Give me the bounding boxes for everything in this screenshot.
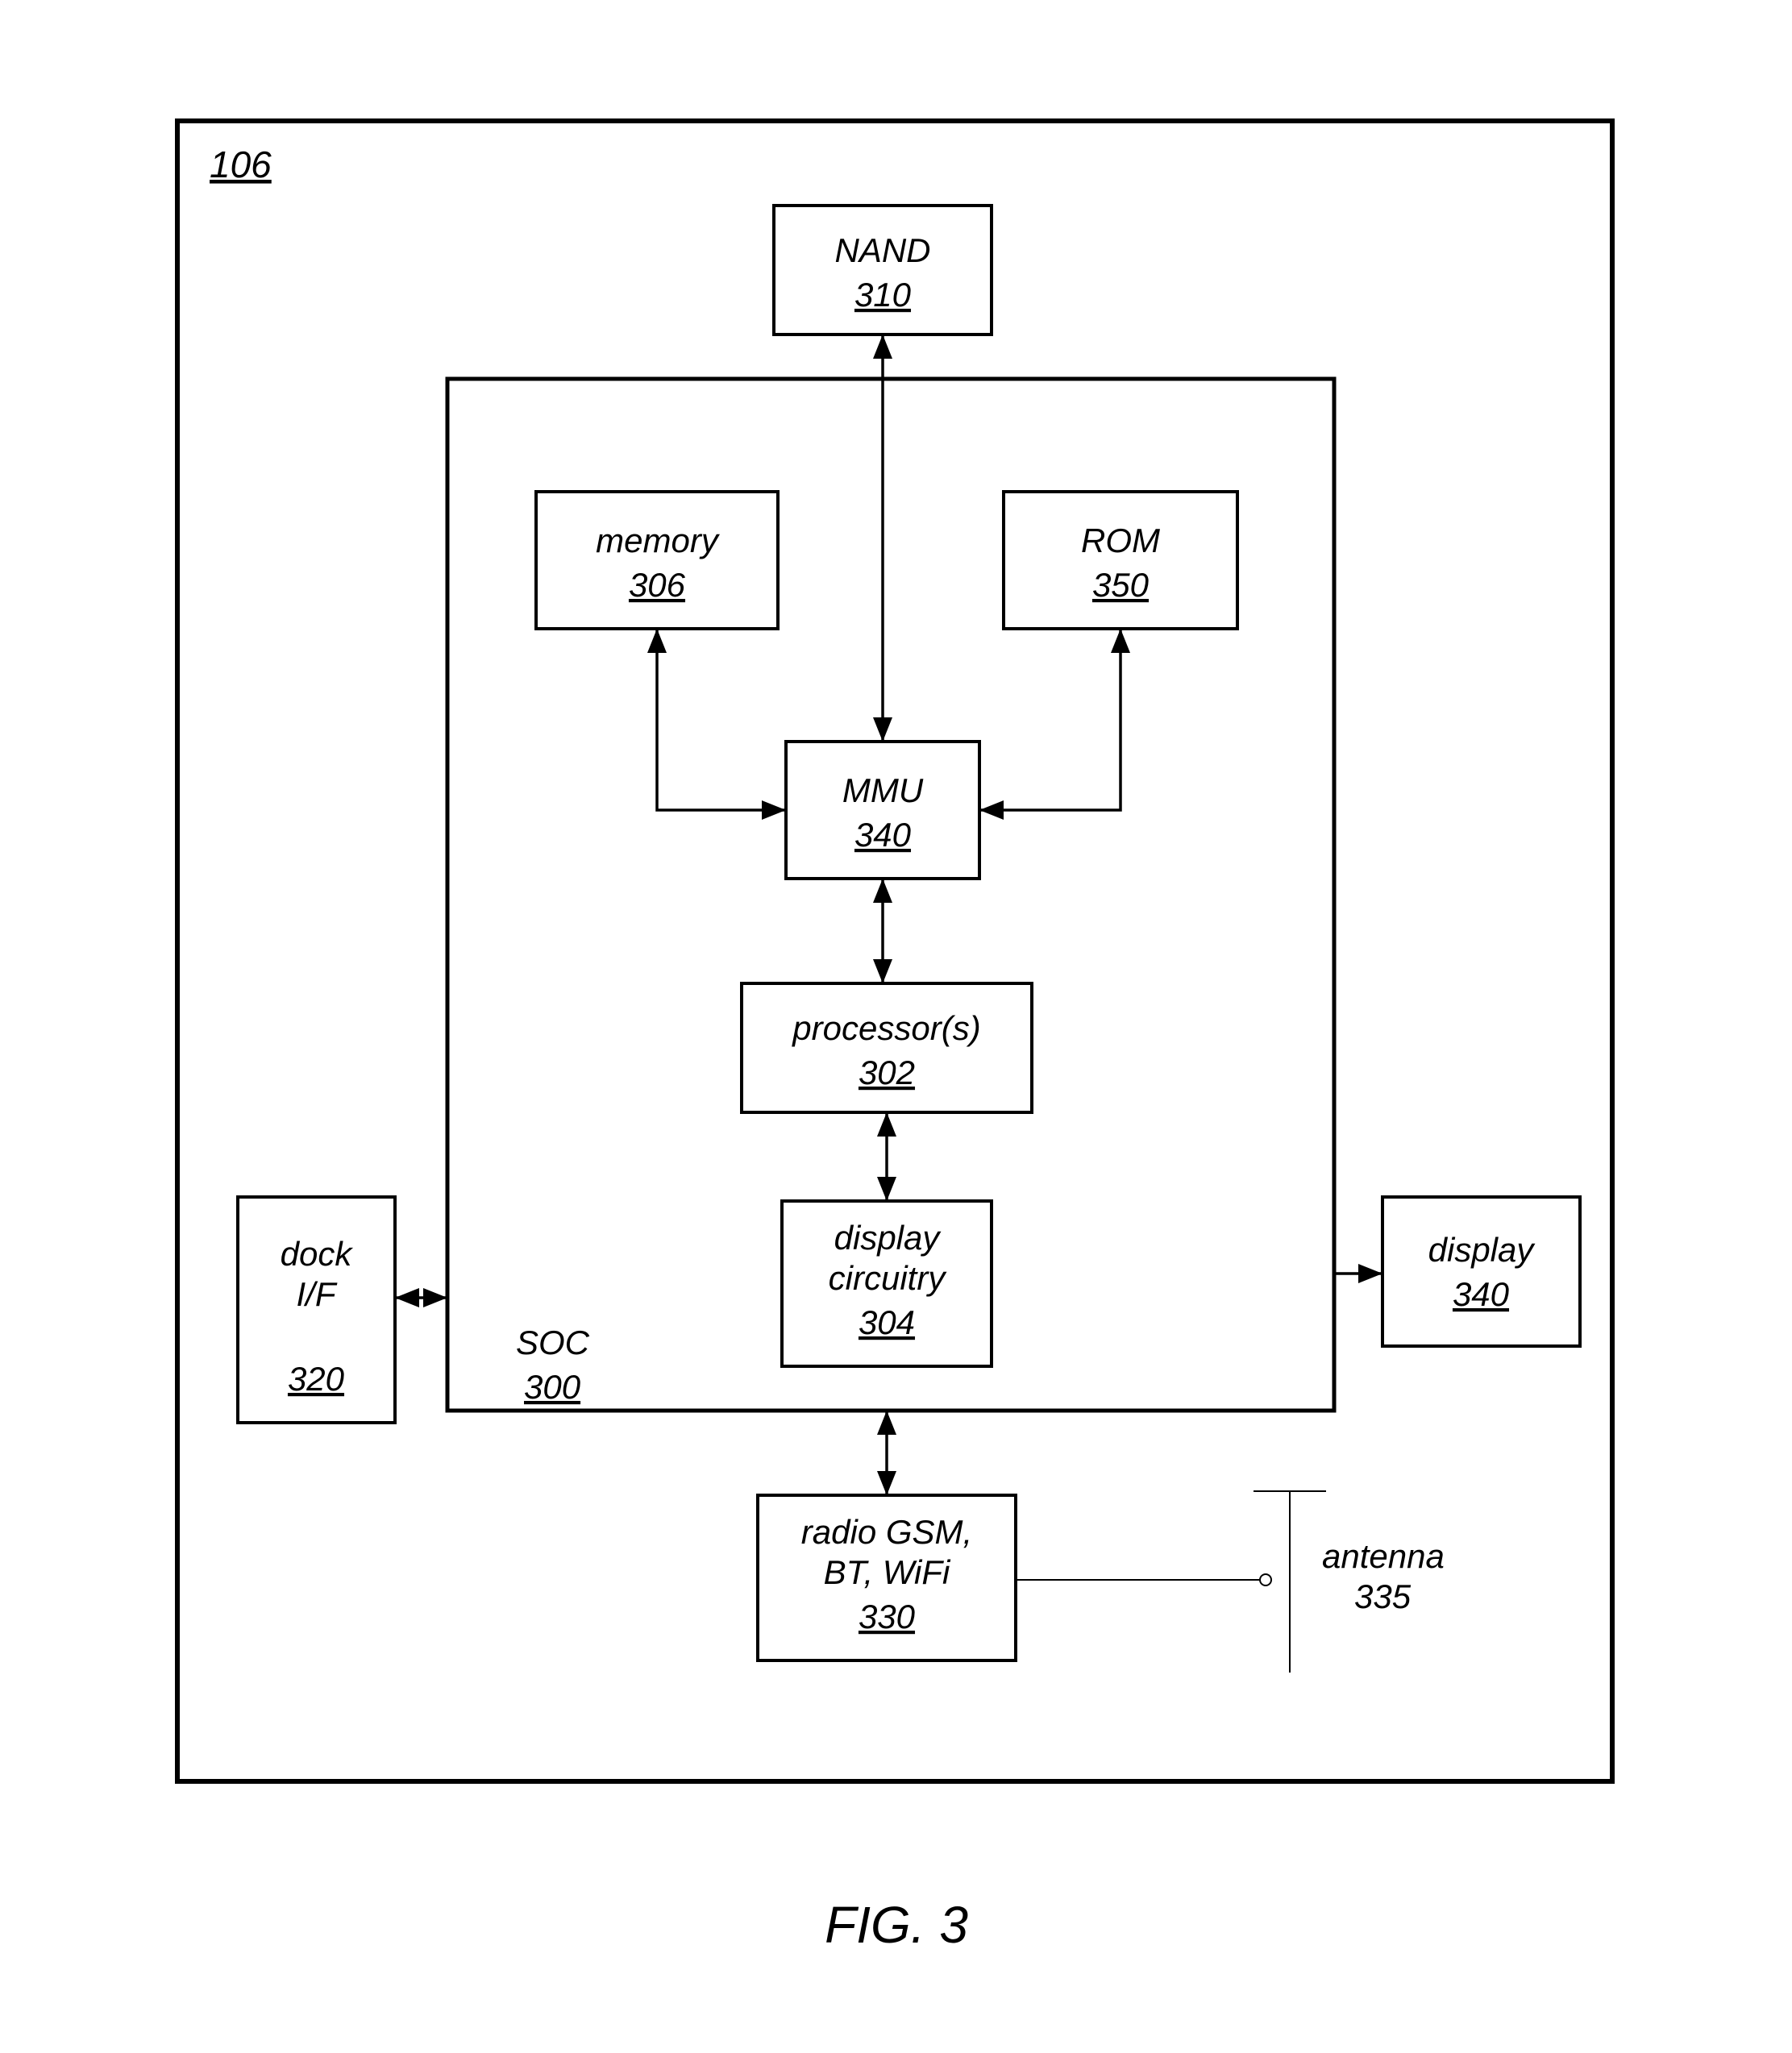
nand-label: NAND	[834, 231, 930, 269]
display-block	[1382, 1197, 1580, 1346]
display-circuitry-label2: circuitry	[829, 1259, 948, 1297]
display-circuitry-label1: display	[834, 1219, 942, 1257]
arrow-down-radio-top	[877, 1471, 896, 1495]
processor-ref: 302	[859, 1054, 915, 1091]
mmu-ref: 340	[854, 816, 912, 854]
dock-label2: I/F	[297, 1275, 338, 1313]
nand-ref: 310	[854, 276, 912, 314]
outer-ref: 106	[210, 143, 272, 185]
arrow-up-proc-bot	[877, 1112, 896, 1137]
display-ref: 340	[1453, 1275, 1510, 1313]
antenna-ref: 335	[1354, 1577, 1412, 1615]
memory-block	[536, 492, 778, 629]
radio-ref: 330	[859, 1598, 916, 1635]
mmu-block	[786, 742, 979, 879]
processor-block	[742, 983, 1032, 1112]
mmu-label: MMU	[842, 771, 924, 809]
conn-rom-mmu	[979, 629, 1121, 810]
radio-label2: BT, WiFi	[824, 1553, 951, 1591]
rom-label: ROM	[1081, 522, 1160, 559]
antenna-feed	[1260, 1574, 1271, 1585]
memory-ref: 306	[629, 566, 686, 604]
arrow-up-rom	[1111, 629, 1130, 653]
rom-block	[1004, 492, 1237, 629]
processor-label: processor(s)	[791, 1009, 980, 1047]
arrow-up-soc-bot	[877, 1411, 896, 1435]
arrow-down-disp-top	[877, 1177, 896, 1201]
display-circuitry-ref: 304	[859, 1303, 915, 1341]
figure-label: FIG. 3	[825, 1896, 968, 1954]
arrow-down-mmu	[873, 717, 892, 742]
arrow-up-mmu-bot	[873, 879, 892, 903]
arrow-left-dock	[395, 1288, 419, 1307]
display-label: display	[1428, 1231, 1536, 1269]
rom-ref: 350	[1092, 566, 1150, 604]
memory-label: memory	[596, 522, 721, 559]
soc-ref: 300	[524, 1368, 581, 1406]
arrow-up-memory	[647, 629, 667, 653]
arrow-right-display	[1358, 1264, 1382, 1283]
arrow-up-nand	[873, 335, 892, 359]
dock-label1: dock	[281, 1235, 354, 1273]
arrow-left-mmu-right	[979, 800, 1004, 820]
nand-block	[774, 206, 992, 335]
soc-label: SOC	[516, 1324, 590, 1361]
arrow-right-mmu-left	[762, 800, 786, 820]
arrow-down-proc-top	[873, 959, 892, 983]
antenna-label: antenna	[1322, 1537, 1445, 1575]
block-diagram: 106 SOC 300 NAND 310 memory 306 ROM 350 …	[0, 0, 1792, 2053]
arrow-right-soc-left	[423, 1288, 447, 1307]
conn-memory-mmu	[657, 629, 786, 810]
dock-ref: 320	[288, 1360, 345, 1398]
radio-label1: radio GSM,	[801, 1513, 972, 1551]
